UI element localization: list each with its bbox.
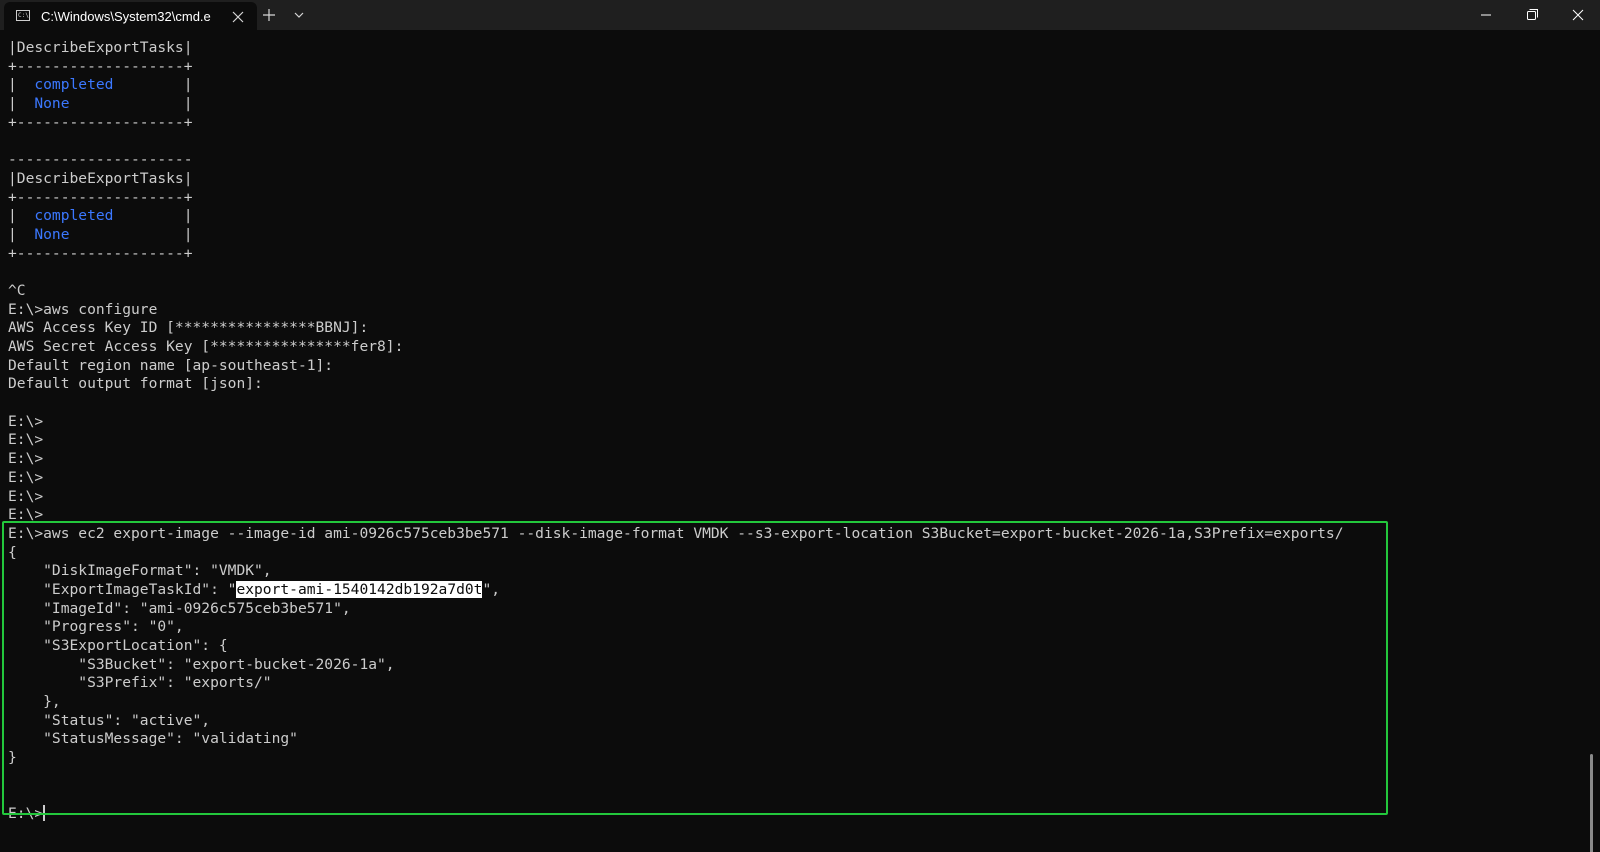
terminal-line: | None |	[8, 95, 1344, 114]
cmd-icon-label: C:\	[18, 12, 29, 19]
terminal-line: +-------------------+	[8, 114, 1344, 133]
terminal-line: E:\>	[8, 431, 1344, 450]
minimize-icon[interactable]	[1463, 0, 1509, 30]
status-value: None	[34, 225, 70, 243]
line-text: E:\>	[8, 468, 44, 486]
terminal-line: AWS Secret Access Key [****************f…	[8, 338, 1344, 357]
terminal-line: E:\>	[8, 450, 1344, 469]
line-text: |	[8, 225, 35, 243]
line-text: +-------------------+	[8, 57, 193, 75]
status-value: completed	[34, 76, 114, 94]
close-window-icon[interactable]	[1555, 0, 1600, 30]
line-text: |	[8, 95, 35, 113]
tab-close-icon[interactable]	[228, 7, 248, 27]
terminal-line: E:\>	[8, 413, 1344, 432]
line-text: Default output format [json]:	[8, 375, 263, 393]
cmd-icon: C:\	[16, 10, 30, 21]
terminal-line: |DescribeExportTasks|	[8, 39, 1344, 58]
line-text: ^C	[8, 281, 26, 299]
line-text: Default region name [ap-southeast-1]:	[8, 356, 334, 374]
terminal-line: |DescribeExportTasks|	[8, 170, 1344, 189]
terminal-line: E:\>	[8, 469, 1344, 488]
line-text: E:\>aws configure	[8, 300, 158, 318]
terminal-line: AWS Access Key ID [****************BBNJ]…	[8, 319, 1344, 338]
line-text: |	[69, 95, 193, 113]
line-text: |	[113, 207, 193, 225]
terminal-line: Default output format [json]:	[8, 375, 1344, 394]
terminal-line: +-------------------+	[8, 189, 1344, 208]
restore-icon[interactable]	[1509, 0, 1555, 30]
line-text: |DescribeExportTasks|	[8, 169, 193, 187]
terminal-line: | completed |	[8, 76, 1344, 95]
terminal-line: E:\>	[8, 488, 1344, 507]
line-text: ---------------------	[8, 151, 193, 169]
tab-cmd[interactable]: C:\ C:\Windows\System32\cmd.e	[4, 2, 257, 30]
status-value: None	[34, 95, 70, 113]
line-text: |	[69, 225, 193, 243]
line-text: E:\>	[8, 412, 44, 430]
terminal-line: E:\>aws configure	[8, 301, 1344, 320]
terminal-window: C:\ C:\Windows\System32\cmd.e |DescribeE…	[0, 0, 1600, 852]
line-text: +-------------------+	[8, 113, 193, 131]
terminal-line: ^C	[8, 282, 1344, 301]
terminal-line: | None |	[8, 226, 1344, 245]
line-text: |	[8, 76, 35, 94]
line-text: E:\>	[8, 431, 44, 449]
scrollbar-thumb[interactable]	[1590, 754, 1593, 852]
terminal-line: | completed |	[8, 207, 1344, 226]
highlight-box	[2, 521, 1388, 815]
terminal-line: +-------------------+	[8, 58, 1344, 77]
terminal-line: +-------------------+	[8, 245, 1344, 264]
status-value: completed	[34, 207, 114, 225]
line-text: E:\>	[8, 487, 44, 505]
line-text: +-------------------+	[8, 244, 193, 262]
terminal-output[interactable]: |DescribeExportTasks| +------------------…	[0, 30, 1593, 852]
title-bar[interactable]: C:\ C:\Windows\System32\cmd.e	[0, 0, 1600, 30]
chevron-down-icon[interactable]	[289, 5, 309, 25]
line-text: AWS Access Key ID [****************BBNJ]…	[8, 319, 369, 337]
tab-title: C:\Windows\System32\cmd.e	[41, 9, 211, 24]
new-tab-plus-icon[interactable]	[259, 5, 279, 25]
line-text: E:\>	[8, 450, 44, 468]
line-text: |	[113, 76, 193, 94]
terminal-line: Default region name [ap-southeast-1]:	[8, 357, 1344, 376]
line-text: AWS Secret Access Key [****************f…	[8, 338, 404, 355]
line-text: |DescribeExportTasks|	[8, 39, 193, 56]
terminal-line: ---------------------	[8, 151, 1344, 170]
line-text: |	[8, 207, 35, 225]
line-text: +-------------------+	[8, 188, 193, 206]
